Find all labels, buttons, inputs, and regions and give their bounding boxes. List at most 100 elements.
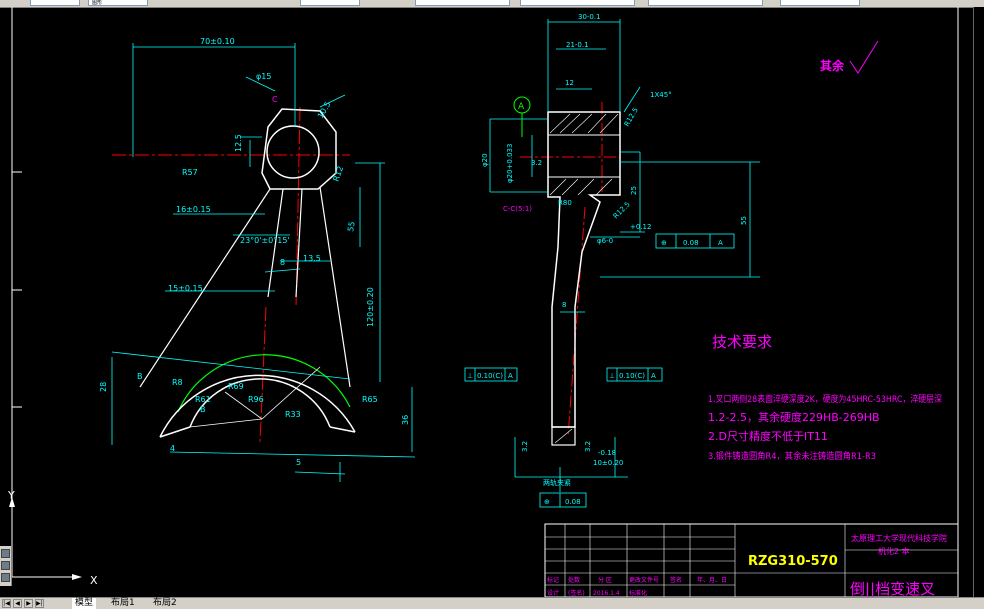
- fcf-perp2-datum: A: [651, 372, 656, 380]
- hdr-zone: 分 区: [598, 576, 612, 584]
- dim-28: 28: [99, 382, 108, 392]
- part-name: 倒||档变速叉: [850, 580, 935, 597]
- left-dim-lines: [111, 43, 416, 482]
- dim-21: 21-0.1: [566, 41, 589, 49]
- first-tab-icon[interactable]: |◀: [2, 599, 11, 608]
- dim-r69: R69: [228, 382, 244, 391]
- toolbar-fragment-5[interactable]: [780, 0, 860, 6]
- dim-phi20: φ20: [481, 153, 489, 167]
- section-c: C: [272, 95, 278, 104]
- section-note: 两轨夹紧: [543, 478, 571, 487]
- fcf-pos-symbol: ⊕: [661, 239, 667, 247]
- dim-r65: R65: [362, 395, 378, 404]
- fcf-pos-value: 0.08: [683, 239, 699, 247]
- fcf-perp1-value: 0.10(C): [477, 372, 503, 380]
- view-b-1: B: [137, 372, 143, 381]
- hdr-mark: 标记: [547, 576, 559, 584]
- tab-layout2[interactable]: 布局2: [150, 598, 180, 609]
- toolbar-fragment-4[interactable]: [648, 0, 763, 6]
- hdr-count: 处数: [568, 576, 580, 584]
- ucs-icon: Y X: [7, 489, 98, 587]
- c-view-label: C-C(5:1): [503, 205, 532, 213]
- dim-012: +0.12: [630, 223, 651, 231]
- fcf-pos2-symbol: ⊕: [544, 498, 550, 506]
- dim-angle: 23°0'±0°15': [240, 236, 290, 245]
- roughness-3-2-b: 3.2: [584, 441, 592, 452]
- dim-0-18: -0.18: [598, 449, 616, 457]
- vertical-scrollbar[interactable]: [973, 7, 984, 597]
- tool-icon-2[interactable]: [1, 561, 10, 570]
- tab-layout1[interactable]: 布局1: [108, 598, 138, 609]
- tool-icon-3[interactable]: [1, 573, 10, 582]
- dim-5: 5: [296, 458, 301, 467]
- fork-tip-right: [329, 426, 356, 433]
- hub-bore: [266, 125, 320, 179]
- dim-10-5: 10.5: [316, 100, 333, 120]
- dim-13-5: 13.5: [303, 254, 321, 263]
- layout-tab-bar: |◀ ◀ ▶ ▶| 模型 布局1 布局2: [0, 597, 984, 609]
- tool-icon-1[interactable]: [1, 549, 10, 558]
- ucs-x-label: X: [90, 574, 98, 587]
- hdr-change: 更改文件号: [629, 576, 659, 584]
- left-view: 70±0.10 φ15 12.5 10.5 R57 R12 55 16±0.15…: [99, 37, 416, 482]
- fcf-pos-datum: A: [718, 239, 723, 247]
- toolbar-fragment-1[interactable]: [300, 0, 360, 6]
- dim-30: 30-0.1: [578, 13, 601, 21]
- dim-r57: R57: [182, 168, 198, 177]
- dim-120: 120±0.20: [366, 287, 375, 327]
- tech-requirements: 技术要求 1.叉口两侧28表面淬硬深度2K，硬度为45HRC-53HRC，淬硬层…: [708, 333, 942, 462]
- tool-stub[interactable]: [0, 546, 12, 586]
- dim-55-right: 55: [740, 216, 748, 225]
- dim-r12-5-b: R12.5: [612, 200, 632, 220]
- row-design: 设计: [547, 589, 559, 597]
- title-fragment: 图形: [88, 0, 148, 6]
- dim-r61: R61: [195, 395, 211, 404]
- dim-12-5: 12.5: [234, 134, 243, 152]
- next-tab-icon[interactable]: ▶: [24, 599, 33, 608]
- part-number: RZG310-570: [748, 554, 838, 569]
- dim-8-left: 8: [280, 258, 285, 267]
- tech-req-line-1: 1.叉口两侧28表面淬硬深度2K，硬度为45HRC-53HRC，淬硬层深: [708, 393, 942, 405]
- dim-r12: R12: [331, 165, 345, 183]
- datum-a: A: [518, 102, 525, 112]
- dim-chamfer: 1X45°: [650, 91, 672, 99]
- dim-r8: R8: [172, 378, 183, 387]
- fcf-perp1-datum: A: [508, 372, 513, 380]
- dim-36: 36: [401, 415, 410, 425]
- roughness-3-2-a: 3.2: [521, 441, 529, 452]
- dim-phi15: φ15: [256, 72, 271, 81]
- title-block: 太原理工大学现代科技学院 机化2 本 RZG310-570 倒||档变速叉 标记…: [544, 523, 959, 597]
- dim-r80: R80: [558, 199, 572, 207]
- toolbar-fragment-2[interactable]: [415, 0, 510, 6]
- row-standard: 标准化: [629, 589, 647, 597]
- dim-55-left: 55: [346, 221, 357, 233]
- dim-bore: φ20+0.033: [506, 144, 514, 183]
- left-dim-texts: 70±0.10 φ15 12.5 10.5 R57 R12 55 16±0.15…: [99, 37, 410, 467]
- dim-70: 70±0.10: [200, 37, 235, 46]
- dim-r96: R96: [248, 395, 264, 404]
- school-name: 太原理工大学现代科技学院: [851, 533, 947, 543]
- drawing-canvas[interactable]: 70±0.10 φ15 12.5 10.5 R57 R12 55 16±0.15…: [0, 7, 973, 597]
- dim-16: 16±0.15: [176, 205, 211, 214]
- hatch: [549, 113, 619, 444]
- row-sign: (签名): [568, 589, 585, 597]
- arm-right: [319, 186, 351, 388]
- dim-25-right: 25: [630, 186, 638, 195]
- dim-10-020: 10±0.20: [593, 459, 623, 467]
- dim-r33: R33: [285, 410, 301, 419]
- toolbar-fragment-3[interactable]: [520, 0, 635, 6]
- tech-req-line-4: 3.锻件铸造圆角R4，其余未注铸造圆角R1-R3: [708, 450, 876, 462]
- ucs-y-label: Y: [7, 489, 15, 502]
- tech-req-title: 技术要求: [712, 333, 772, 351]
- prev-tab-icon[interactable]: ◀: [13, 599, 22, 608]
- hdr-date: 年、月、日: [697, 576, 727, 584]
- roughness-note: 其余: [820, 40, 879, 74]
- fcf-pos2-value: 0.08: [565, 498, 581, 506]
- tech-req-line-2: 1.2-2.5，其余硬度229HB-269HB: [708, 410, 880, 424]
- last-tab-icon[interactable]: ▶|: [35, 599, 44, 608]
- title-block-headers: 标记 处数 分 区 更改文件号 签名 年、月、日 设计 (签名) 2016.1.…: [547, 576, 727, 597]
- roughness-note-text: 其余: [820, 58, 845, 73]
- tab-model[interactable]: 模型: [72, 598, 97, 609]
- school-sub: 机化2 本: [878, 546, 910, 556]
- roughness-symbol-icon: [849, 40, 879, 74]
